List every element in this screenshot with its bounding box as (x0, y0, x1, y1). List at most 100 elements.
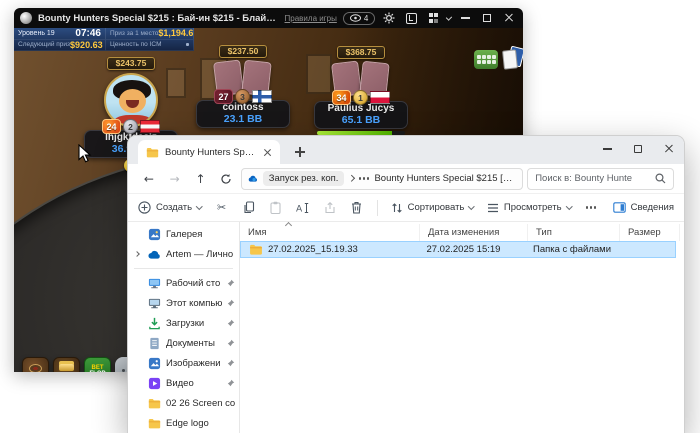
chevron-down-icon[interactable] (446, 13, 453, 21)
sidebar-item-gallery[interactable]: Галерея (128, 224, 239, 244)
poker-maximize-button[interactable] (479, 10, 495, 26)
column-header-size[interactable]: Размер (620, 224, 680, 241)
settings-button[interactable] (381, 10, 397, 26)
rules-link[interactable]: Правила игры (285, 14, 337, 23)
paste-button[interactable] (269, 201, 283, 215)
pin-icon (227, 359, 235, 367)
share-button[interactable] (323, 201, 337, 215)
breadcrumb-pinned[interactable]: Запуск рез. коп. (262, 171, 345, 186)
downloads-icon (149, 317, 160, 329)
view-icon (487, 203, 498, 212)
sidebar-item-onedrive[interactable]: Artem — Лично (128, 244, 239, 264)
level-timer: 07:46 (75, 28, 101, 39)
cut-button[interactable]: ✂ (215, 201, 229, 215)
layout-l-icon (405, 12, 417, 24)
sort-ascending-icon (284, 221, 293, 230)
sidebar-item-this-pc[interactable]: Этот компью (128, 293, 239, 313)
level-label: Уровень 19 (18, 29, 55, 37)
more-button[interactable] (584, 201, 598, 215)
pin-icon (227, 299, 235, 307)
poker-minimize-button[interactable] (457, 10, 473, 26)
sidebar-item-pictures[interactable]: Изображени (128, 353, 239, 373)
sidebar-item-folder[interactable]: 02 26 Screen co (128, 393, 239, 413)
view-button-label: Просмотреть (503, 202, 562, 213)
new-button[interactable]: Создать (138, 201, 203, 214)
new-plus-icon (138, 201, 151, 214)
paste-icon (270, 201, 281, 214)
column-header-modified[interactable]: Дата изменения (420, 224, 528, 241)
rename-icon: A (296, 202, 308, 214)
poker-close-button[interactable] (501, 10, 517, 26)
sidebar-item-documents[interactable]: Документы (128, 333, 239, 353)
icm-label: Ценность по ICM (110, 41, 162, 49)
address-field[interactable]: Запуск рез. коп. Bounty Hunters Special … (241, 167, 524, 190)
up-button[interactable]: ↑ (190, 168, 212, 190)
tab-title: Bounty Hunters Special $215 [ (165, 146, 257, 158)
onedrive-cloud-icon (148, 250, 160, 259)
folder-icon (148, 398, 161, 408)
sidebar-item-desktop[interactable]: Рабочий сто (128, 273, 239, 293)
gallery-icon (148, 228, 161, 240)
expand-chevron-icon[interactable] (134, 251, 140, 257)
sidebar-item-downloads[interactable]: Загрузки (128, 313, 239, 333)
poker-footer-icons: CASINO BETFLOP (22, 357, 142, 372)
card-deck-icon (502, 45, 523, 71)
tab-close-icon[interactable] (263, 148, 272, 157)
address-bar: ← → ↑ Запуск рез. коп. Bounty Hunters Sp… (128, 164, 684, 194)
pin-icon (227, 319, 235, 327)
details-button[interactable]: Сведения (612, 202, 674, 213)
breadcrumb-overflow-icon[interactable] (358, 177, 370, 180)
navigation-pane: Галерея Artem — Лично Рабочий сто Этот к… (128, 222, 240, 433)
refresh-button[interactable] (215, 168, 237, 190)
sidebar-item-label: Загрузки (166, 317, 205, 329)
eye-icon (349, 14, 361, 22)
table-grid-button[interactable] (425, 10, 441, 26)
roulette-icon[interactable] (53, 357, 80, 372)
poker-titlebar: Bounty Hunters Special $215 : Бай-ин $21… (14, 8, 523, 28)
sidebar-item-label: Документы (166, 337, 215, 349)
breadcrumb-chevron-icon[interactable] (348, 175, 355, 182)
column-header-name[interactable]: Имя (240, 221, 420, 241)
sidebar-item-folder[interactable]: Edge logo (128, 413, 239, 433)
view-button[interactable]: Просмотреть (487, 202, 572, 213)
search-placeholder: Поиск в: Bounty Hunte (535, 173, 633, 184)
share-icon (325, 201, 335, 213)
bounty-badge: 27 (214, 89, 233, 104)
rank-medal: 1 (353, 90, 368, 105)
breadcrumb-current[interactable]: Bounty Hunters Special $215 [27.02.2025] (374, 173, 516, 184)
backup-cloud-icon (248, 175, 258, 182)
betflop-icon[interactable]: BETFLOP (84, 357, 111, 372)
sort-icon (391, 202, 402, 213)
new-tab-button[interactable] (292, 144, 308, 160)
trash-icon (352, 202, 362, 214)
column-headers: Имя Дата изменения Тип Размер (240, 221, 684, 241)
rename-button[interactable]: A (296, 201, 310, 215)
table-row-selected[interactable]: 27.02.2025_15.19.33 27.02.2025 15:19 Пап… (240, 241, 676, 258)
maximize-button[interactable] (634, 145, 642, 153)
column-header-type[interactable]: Тип (528, 224, 620, 241)
explorer-tabbar: Bounty Hunters Special $215 [ (128, 136, 684, 164)
bet-keypad-icon[interactable] (474, 50, 498, 69)
observer-count: 4 (363, 13, 369, 23)
casino-icon[interactable]: CASINO (22, 357, 49, 372)
bounty-badge: 34 (332, 90, 351, 105)
more-icon (585, 206, 597, 209)
forward-button[interactable]: → (164, 168, 186, 190)
close-button[interactable] (664, 144, 674, 154)
finland-flag-icon (252, 90, 272, 103)
minimize-button[interactable] (603, 148, 612, 150)
search-icon (655, 173, 666, 184)
search-input[interactable]: Поиск в: Bounty Hunte (527, 167, 674, 190)
videos-icon (148, 377, 161, 389)
observers-pill[interactable]: 4 (342, 11, 376, 25)
window-controls (603, 136, 674, 162)
back-button[interactable]: ← (138, 168, 160, 190)
copy-button[interactable] (242, 201, 256, 215)
delete-button[interactable] (350, 201, 364, 215)
sort-button[interactable]: Сортировать (391, 202, 475, 214)
pin-icon (227, 339, 235, 347)
computer-icon (148, 298, 161, 308)
explorer-tab[interactable]: Bounty Hunters Special $215 [ (138, 140, 280, 164)
layout-button[interactable] (403, 10, 419, 26)
sidebar-item-videos[interactable]: Видео (128, 373, 239, 393)
